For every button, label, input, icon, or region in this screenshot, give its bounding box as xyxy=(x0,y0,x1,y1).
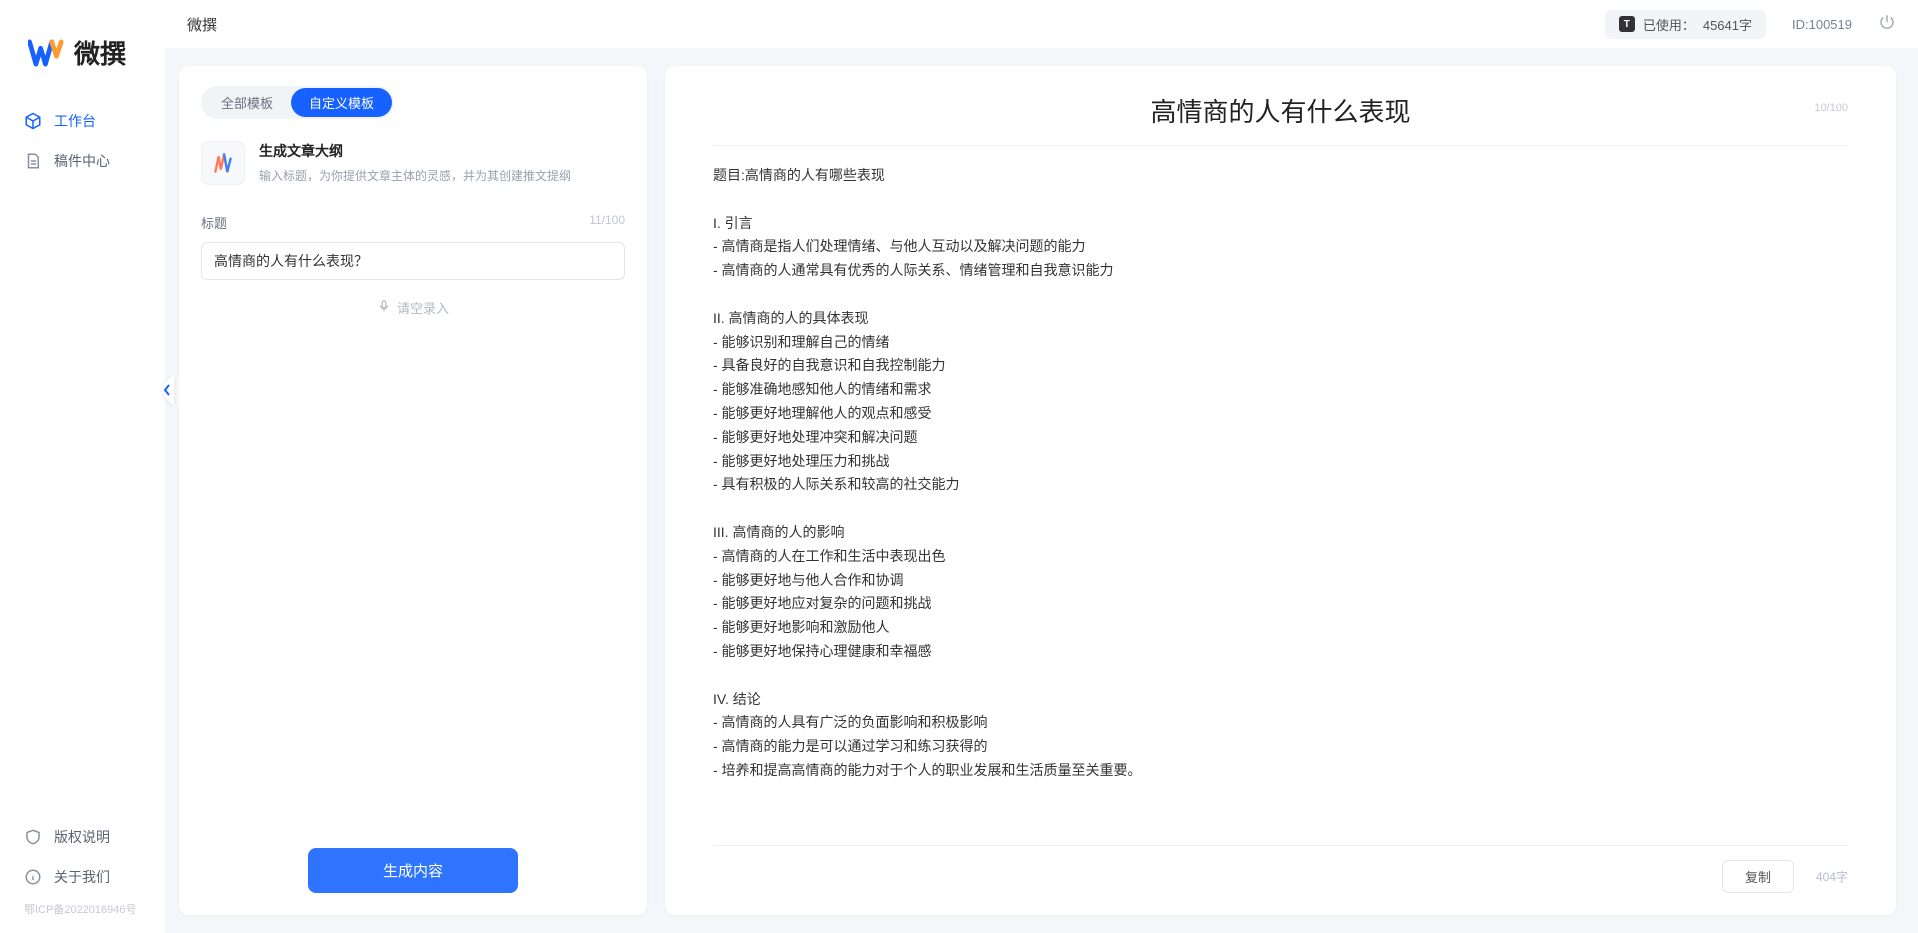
template-title: 生成文章大纲 xyxy=(259,141,571,161)
sidebar: 微撰 工作台 稿件中心 版权说明 xyxy=(0,0,165,933)
sidebar-item-label: 工作台 xyxy=(54,111,96,131)
input-panel: 全部模板 自定义模板 生成文章大纲 输入标题，为你提供文章主体的灵感，并为其创建… xyxy=(179,66,647,915)
logo[interactable]: 微撰 xyxy=(0,20,165,101)
sidebar-item-copyright[interactable]: 版权说明 xyxy=(8,817,157,857)
sidebar-item-label: 稿件中心 xyxy=(54,151,110,171)
title-counter: 10/100 xyxy=(1814,102,1848,114)
field-label: 标题 xyxy=(201,213,227,232)
voice-input-button[interactable]: 请空录入 xyxy=(201,298,625,317)
logo-text: 微撰 xyxy=(74,34,126,71)
sidebar-nav: 工作台 稿件中心 xyxy=(0,101,165,817)
topbar: 微撰 T 已使用： 45641字 ID:100519 xyxy=(165,0,1918,48)
text-count-icon: T xyxy=(1619,16,1635,32)
voice-label: 请空录入 xyxy=(397,298,449,317)
generate-button[interactable]: 生成内容 xyxy=(308,848,518,893)
divider xyxy=(713,145,1848,146)
tab-custom-templates[interactable]: 自定义模板 xyxy=(291,88,392,117)
shield-icon xyxy=(24,828,42,846)
tab-all-templates[interactable]: 全部模板 xyxy=(203,88,291,117)
sidebar-item-about[interactable]: 关于我们 xyxy=(8,857,157,897)
cube-icon xyxy=(24,112,42,130)
user-id: ID:100519 xyxy=(1792,17,1852,32)
word-count: 404字 xyxy=(1816,868,1848,885)
document-icon xyxy=(24,152,42,170)
template-desc: 输入标题，为你提供文章主体的灵感，并为其创建推文提纲 xyxy=(259,167,571,184)
usage-prefix: 已使用： xyxy=(1643,15,1695,34)
output-panel: 高情商的人有什么表现 10/100 题目:高情商的人有哪些表现 I. 引言 - … xyxy=(665,66,1896,915)
copy-button[interactable]: 复制 xyxy=(1722,860,1794,893)
template-card[interactable]: 生成文章大纲 输入标题，为你提供文章主体的灵感，并为其创建推文提纲 xyxy=(201,141,625,185)
mic-icon xyxy=(377,299,391,316)
template-thumb-icon xyxy=(201,141,245,185)
char-counter: 11/100 xyxy=(589,213,625,232)
info-icon xyxy=(24,868,42,886)
sidebar-bottom: 版权说明 关于我们 鄂ICP备2022016946号 xyxy=(0,817,165,923)
usage-value: 45641字 xyxy=(1703,15,1752,34)
page-title: 微撰 xyxy=(187,14,217,35)
icp-text: 鄂ICP备2022016946号 xyxy=(8,897,157,917)
power-icon[interactable] xyxy=(1878,13,1896,36)
output-title: 高情商的人有什么表现 xyxy=(713,92,1848,129)
logo-icon xyxy=(28,38,66,68)
sidebar-item-drafts[interactable]: 稿件中心 xyxy=(8,141,157,181)
sidebar-item-label: 关于我们 xyxy=(54,867,110,887)
sidebar-item-label: 版权说明 xyxy=(54,827,110,847)
sidebar-collapse-handle[interactable] xyxy=(159,370,175,410)
output-body[interactable]: 题目:高情商的人有哪些表现 I. 引言 - 高情商是指人们处理情绪、与他人互动以… xyxy=(713,164,1848,833)
title-input[interactable] xyxy=(201,242,625,280)
usage-chip[interactable]: T 已使用： 45641字 xyxy=(1605,10,1766,39)
template-tabs: 全部模板 自定义模板 xyxy=(201,86,394,119)
sidebar-item-workbench[interactable]: 工作台 xyxy=(8,101,157,141)
